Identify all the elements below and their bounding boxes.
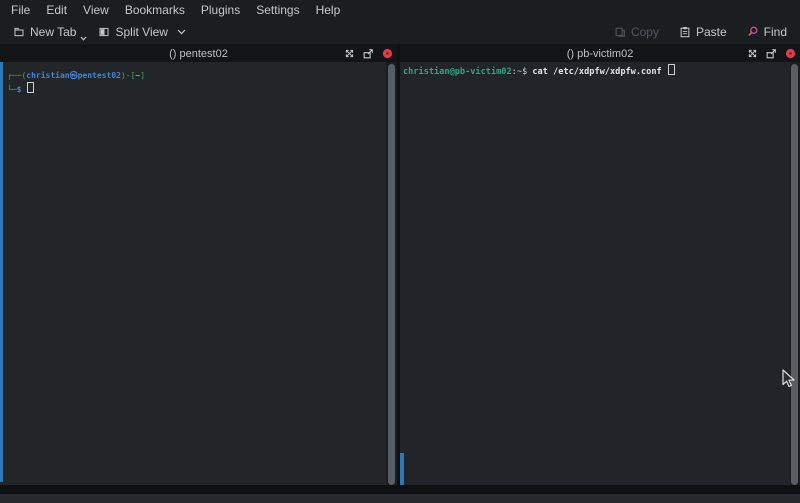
terminal-output-pentest02: ┌──(christian㉿pentest02)-[~] └─$ — [0, 62, 397, 96]
detach-terminal-icon[interactable] — [362, 48, 374, 60]
pane-header-pentest02[interactable]: () pentest02 — [0, 45, 397, 62]
menu-bar: File Edit View Bookmarks Plugins Setting… — [0, 0, 800, 19]
scrollbar-thumb-left[interactable] — [388, 64, 395, 485]
terminal-pane-pentest02: () pentest02 — [0, 45, 397, 494]
prompt-line-2: └─$ — [7, 82, 397, 96]
close-terminal-icon[interactable] — [784, 48, 796, 60]
copy-button[interactable]: Copy — [609, 23, 664, 41]
close-terminal-icon[interactable] — [381, 48, 393, 60]
toolbar-right-group: Copy Paste — [609, 23, 792, 41]
terminal-pane-pb-victim02: () pb-victim02 — [400, 45, 800, 494]
terminal-cursor — [668, 64, 675, 75]
pane-edge-indicator-right — [400, 453, 404, 485]
menu-plugins[interactable]: Plugins — [193, 2, 248, 18]
paste-label: Paste — [696, 25, 727, 39]
pane-title-pentest02: () pentest02 — [169, 48, 228, 60]
chevron-down-icon — [177, 29, 186, 35]
maximize-terminal-icon[interactable] — [746, 48, 758, 60]
paste-button[interactable]: Paste — [674, 23, 732, 41]
pane-header-icons-left — [343, 45, 393, 62]
menu-file[interactable]: File — [3, 2, 38, 18]
detach-terminal-icon[interactable] — [765, 48, 777, 60]
copy-label: Copy — [631, 25, 659, 39]
toolbar-left-group: New Tab Split View — [8, 23, 191, 41]
terminal-screen-pentest02[interactable]: ┌──(christian㉿pentest02)-[~] └─$ — [0, 62, 397, 485]
pane-header-pb-victim02[interactable]: () pb-victim02 — [400, 45, 800, 62]
scrollbar-track-right[interactable] — [790, 62, 800, 485]
terminal-output-pb-victim02: christian@pb-victim02:~$ cat /etc/xdpfw/… — [400, 62, 800, 78]
terminal-screen-pb-victim02[interactable]: christian@pb-victim02:~$ cat /etc/xdpfw/… — [400, 62, 800, 485]
pane-edge-indicator-left — [0, 62, 3, 482]
main-toolbar: New Tab Split View — [0, 19, 800, 45]
menu-edit[interactable]: Edit — [38, 2, 75, 18]
find-label: Find — [764, 25, 787, 39]
new-tab-button[interactable]: New Tab — [8, 23, 81, 41]
pane-title-pb-victim02: () pb-victim02 — [567, 48, 634, 60]
new-tab-label: New Tab — [30, 25, 76, 39]
menu-bookmarks[interactable]: Bookmarks — [117, 2, 193, 18]
new-tab-dropdown-caret[interactable] — [80, 36, 87, 41]
command-line: christian@pb-victim02:~$ cat /etc/xdpfw/… — [403, 64, 800, 78]
menu-settings[interactable]: Settings — [248, 2, 307, 18]
split-view-button[interactable]: Split View — [93, 23, 190, 41]
split-container: () pentest02 — [0, 45, 800, 494]
menu-help[interactable]: Help — [308, 2, 349, 18]
find-button[interactable]: Find — [742, 23, 792, 41]
prompt-line-1: ┌──(christian㉿pentest02)-[~] — [7, 70, 397, 82]
maximize-terminal-icon[interactable] — [343, 48, 355, 60]
tab-new-icon — [13, 26, 25, 38]
pane-header-icons-right — [746, 45, 796, 62]
split-view-icon — [98, 26, 110, 38]
window-bottom-edge — [0, 494, 800, 503]
scrollbar-track-left[interactable] — [386, 62, 397, 485]
scrollbar-thumb-right[interactable] — [791, 64, 798, 485]
terminal-cursor — [27, 82, 34, 93]
menu-view[interactable]: View — [75, 2, 117, 18]
paste-icon — [679, 26, 691, 38]
split-view-label: Split View — [115, 25, 167, 39]
konsole-window: File Edit View Bookmarks Plugins Setting… — [0, 0, 800, 503]
find-magnifier-icon — [747, 26, 759, 38]
copy-icon — [614, 26, 626, 38]
